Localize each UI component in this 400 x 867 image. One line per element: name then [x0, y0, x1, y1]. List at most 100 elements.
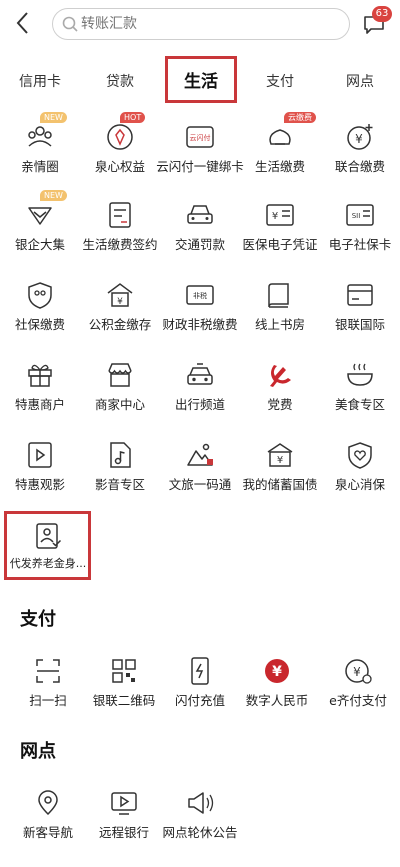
- grid-item-pay-contract[interactable]: 生活缴费签约: [80, 196, 160, 266]
- grid-item-savings-bond[interactable]: ¥ 我的储蓄国债: [240, 436, 320, 506]
- life-pay-icon: [269, 129, 291, 145]
- grid-item-branch-notice[interactable]: 网点轮休公告: [160, 784, 240, 854]
- grid-item-label: 代发养老金身...: [9, 557, 87, 570]
- travel-icon: [187, 443, 213, 466]
- pension-id-icon: [36, 523, 62, 549]
- grid-item-label: 泉心消保: [334, 477, 385, 492]
- grid-item-culture-travel[interactable]: 文旅一码通: [160, 436, 240, 506]
- social-card-icon: SII: [346, 204, 374, 226]
- grid-item-label: 联合缴费: [334, 159, 385, 174]
- music-icon: [110, 442, 131, 468]
- grid-item-pension-id[interactable]: 代发养老金身...: [8, 517, 88, 587]
- cloud-pay-card-icon: 云闪付: [186, 126, 214, 148]
- grid-item-life-payment[interactable]: 云缴费 生活缴费: [240, 112, 320, 188]
- svg-text:¥: ¥: [272, 664, 282, 680]
- grid-item-medical-voucher[interactable]: ¥ 医保电子凭证: [240, 196, 320, 266]
- grid-item-label: 交通罚款: [174, 237, 225, 252]
- bond-icon: ¥: [267, 443, 293, 467]
- grid-item-label: 电子社保卡: [328, 237, 392, 252]
- location-icon: [38, 790, 58, 816]
- message-count-badge: 63: [372, 6, 392, 22]
- book-icon: [268, 283, 289, 308]
- food-icon: [347, 363, 373, 386]
- grid-item-consumer-protection[interactable]: 泉心消保: [320, 436, 400, 506]
- svg-text:¥: ¥: [353, 665, 361, 679]
- section-title-payment: 支付: [20, 609, 56, 630]
- grid-item-label: 出行频道: [174, 397, 225, 412]
- digital-rmb-icon: ¥: [265, 659, 289, 683]
- grid-item-label: 商家中心: [94, 397, 145, 412]
- grid-item-traffic-fine[interactable]: 交通罚款: [160, 196, 240, 266]
- grid-item-flash-pay-topup[interactable]: 闪付充值: [160, 652, 240, 722]
- family-icon: [28, 126, 52, 147]
- grid-item-quanxin-benefit[interactable]: HOT 泉心权益: [80, 112, 160, 188]
- svg-text:¥: ¥: [355, 132, 363, 146]
- grid-item-label: 影音专区: [94, 477, 145, 492]
- tab-credit-card[interactable]: 信用卡: [10, 60, 70, 104]
- grid-item-food-zone[interactable]: 美食专区: [320, 356, 400, 426]
- svg-text:¥: ¥: [117, 297, 123, 307]
- svg-text:SII: SII: [352, 212, 361, 220]
- grid-item-label: 数字人民币: [245, 693, 309, 708]
- grid-item-merchant-center[interactable]: 商家中心: [80, 356, 160, 426]
- tab-payment[interactable]: 支付: [250, 60, 310, 104]
- grid-item-party-fee[interactable]: 党费: [240, 356, 320, 426]
- grid-item-online-library[interactable]: 线上书房: [240, 276, 320, 346]
- shield-heart-icon: [348, 442, 372, 469]
- grid-item-special-merchant[interactable]: 特惠商户: [0, 356, 80, 426]
- svg-text:¥: ¥: [272, 211, 278, 222]
- pay-contract-icon: [109, 202, 131, 228]
- search-input[interactable]: [81, 12, 331, 36]
- video-bank-icon: [111, 792, 137, 815]
- grid-item-e-pay[interactable]: ¥ e齐付支付: [318, 652, 398, 722]
- grid-item-family-circle[interactable]: NEW 亲情圈: [0, 112, 80, 188]
- back-button[interactable]: [10, 8, 36, 38]
- unionpay-intl-icon: [347, 284, 373, 306]
- top-bar: 63: [0, 0, 400, 46]
- grid-item-social-card[interactable]: SII 电子社保卡: [320, 196, 400, 266]
- announcement-icon: [188, 792, 214, 814]
- tab-branch[interactable]: 网点: [330, 60, 390, 104]
- grid-item-label: 文旅一码通: [168, 477, 232, 492]
- grid-item-label: 党费: [267, 397, 293, 412]
- benefit-icon: [107, 124, 133, 150]
- grid-item-label: 财政非税缴费: [162, 317, 238, 332]
- gift-icon: [28, 364, 52, 387]
- party-icon: [270, 365, 291, 387]
- grid-item-scan[interactable]: 扫一扫: [8, 652, 88, 722]
- shop-icon: [108, 363, 132, 387]
- grid-item-cloud-pay-bind[interactable]: 云闪付 云闪付一键绑卡: [156, 118, 244, 188]
- tab-life[interactable]: 生活: [170, 60, 232, 104]
- grid-item-unionpay-intl[interactable]: 银联国际: [320, 276, 400, 346]
- grid-item-label: 银联国际: [334, 317, 385, 332]
- epay-icon: ¥: [345, 659, 372, 684]
- movie-icon: [28, 442, 52, 468]
- grid-item-remote-bank[interactable]: 远程银行: [84, 784, 164, 854]
- grid-item-bank-enterprise[interactable]: NEW 银企大集: [0, 190, 80, 266]
- grid-item-audio-video[interactable]: 影音专区: [80, 436, 160, 506]
- grid-item-digital-rmb[interactable]: ¥ 数字人民币: [237, 652, 317, 722]
- grid-item-travel-channel[interactable]: 出行频道: [160, 356, 240, 426]
- svg-text:¥: ¥: [277, 455, 283, 466]
- tab-loan[interactable]: 贷款: [90, 60, 150, 104]
- grid-item-finance-tax[interactable]: 非税 财政非税缴费: [160, 276, 240, 346]
- grid-item-unionpay-qr[interactable]: 银联二维码: [84, 652, 164, 722]
- social-pay-icon: [28, 282, 52, 309]
- section-title-branch: 网点: [20, 741, 56, 762]
- category-tabs: 信用卡 贷款 生活 支付 网点: [0, 60, 400, 104]
- grid-item-joint-payment[interactable]: ¥ 联合缴费: [320, 118, 400, 188]
- medical-voucher-icon: ¥: [266, 204, 294, 226]
- scan-icon: [36, 659, 60, 683]
- joint-pay-icon: ¥: [347, 124, 373, 150]
- grid-item-label: 公积金缴存: [88, 317, 152, 332]
- grid-item-housing-fund[interactable]: ¥ 公积金缴存: [80, 276, 160, 346]
- finance-tax-icon: 非税: [186, 285, 214, 305]
- grid-item-new-customer-nav[interactable]: 新客导航: [8, 784, 88, 854]
- grid-item-label: 网点轮休公告: [162, 825, 238, 840]
- search-box[interactable]: [52, 8, 350, 40]
- grid-item-label: 生活缴费签约: [82, 237, 158, 252]
- grid-item-label: 泉心权益: [94, 159, 145, 174]
- grid-item-social-pay[interactable]: 社保缴费: [0, 276, 80, 346]
- back-arrow-icon: [16, 12, 28, 34]
- grid-item-special-movie[interactable]: 特惠观影: [0, 436, 80, 506]
